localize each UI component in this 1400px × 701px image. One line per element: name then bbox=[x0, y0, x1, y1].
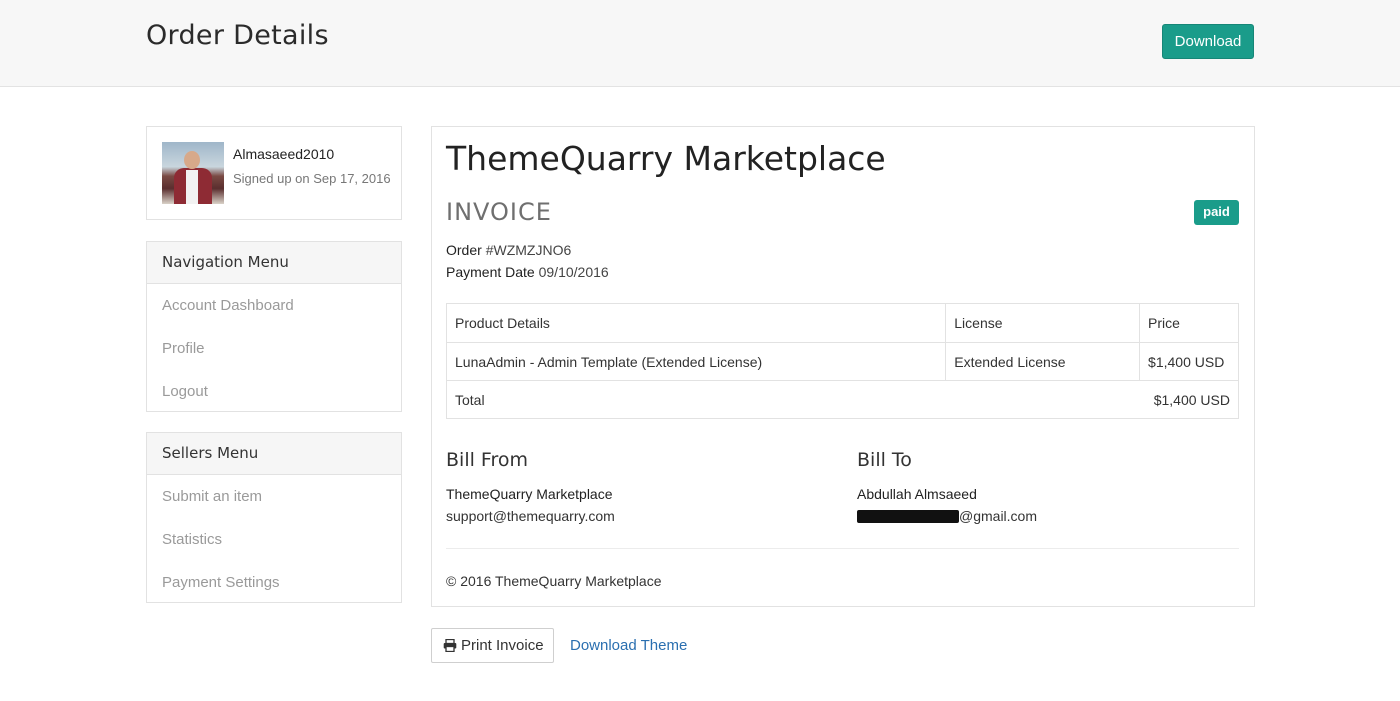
total-row: Total $1,400 USD bbox=[445, 380, 1239, 419]
column-header-product: Product Details bbox=[445, 303, 947, 343]
signup-date: Signed up on Sep 17, 2016 bbox=[233, 171, 391, 186]
redacted-email bbox=[857, 510, 959, 523]
invoice-table: Product Details License Price LunaAdmin … bbox=[445, 303, 1239, 419]
email-suffix: @gmail.com bbox=[959, 508, 1038, 524]
order-label: Order bbox=[446, 242, 482, 258]
invoice-heading: INVOICE bbox=[446, 198, 552, 226]
product-cell: LunaAdmin - Admin Template (Extended Lic… bbox=[445, 342, 947, 381]
sellers-menu-title: Sellers Menu bbox=[147, 433, 401, 475]
invoice-panel: ThemeQuarry Marketplace INVOICE paid Ord… bbox=[431, 126, 1255, 607]
divider bbox=[446, 548, 1239, 549]
bill-to-name: Abdullah Almsaeed bbox=[857, 486, 977, 502]
payment-date-label: Payment Date bbox=[446, 264, 535, 280]
menu-item-payment-settings[interactable]: Payment Settings bbox=[147, 561, 401, 604]
page-title: Order Details bbox=[146, 20, 329, 51]
license-cell: Extended License bbox=[945, 342, 1141, 381]
menu-item-statistics[interactable]: Statistics bbox=[147, 518, 401, 561]
username: Almasaeed2010 bbox=[233, 146, 335, 162]
menu-item-submit-item[interactable]: Submit an item bbox=[147, 475, 401, 518]
table-header-row: Product Details License Price bbox=[445, 303, 1239, 343]
bill-to-email: @gmail.com bbox=[857, 508, 1037, 524]
table-row: LunaAdmin - Admin Template (Extended Lic… bbox=[445, 342, 1239, 381]
payment-date: 09/10/2016 bbox=[538, 264, 609, 280]
download-theme-link[interactable]: Download Theme bbox=[570, 637, 687, 654]
print-icon bbox=[443, 631, 457, 664]
top-bar: Order Details Download bbox=[0, 0, 1400, 87]
print-invoice-label: Print Invoice bbox=[461, 637, 544, 654]
download-button[interactable]: Download bbox=[1162, 24, 1254, 59]
invoice-company: ThemeQuarry Marketplace bbox=[446, 139, 886, 178]
navigation-menu: Navigation Menu Account Dashboard Profil… bbox=[146, 241, 402, 412]
order-number-line: Order #WZMZJNO6 bbox=[446, 242, 571, 258]
payment-date-line: Payment Date 09/10/2016 bbox=[446, 264, 609, 280]
menu-item-account-dashboard[interactable]: Account Dashboard bbox=[147, 284, 401, 327]
profile-card: Almasaeed2010 Signed up on Sep 17, 2016 bbox=[146, 126, 402, 220]
order-number: #WZMZJNO6 bbox=[485, 242, 572, 258]
bill-from-name: ThemeQuarry Marketplace bbox=[446, 486, 613, 502]
avatar bbox=[162, 142, 224, 204]
bill-from-title: Bill From bbox=[446, 449, 528, 471]
column-header-price: Price bbox=[1139, 303, 1239, 343]
bill-to-title: Bill To bbox=[857, 449, 912, 471]
total-value: $1,400 USD bbox=[1139, 380, 1239, 419]
navigation-menu-title: Navigation Menu bbox=[147, 242, 401, 284]
bill-from-email: support@themequarry.com bbox=[446, 508, 615, 524]
total-label: Total bbox=[445, 380, 946, 419]
column-header-license: License bbox=[945, 303, 1141, 343]
menu-item-logout[interactable]: Logout bbox=[147, 370, 401, 413]
price-cell: $1,400 USD bbox=[1139, 342, 1239, 381]
invoice-copyright: © 2016 ThemeQuarry Marketplace bbox=[446, 573, 662, 589]
sellers-menu: Sellers Menu Submit an item Statistics P… bbox=[146, 432, 402, 603]
status-badge: paid bbox=[1194, 200, 1239, 225]
menu-item-profile[interactable]: Profile bbox=[147, 327, 401, 370]
print-invoice-button[interactable]: Print Invoice bbox=[431, 628, 554, 663]
